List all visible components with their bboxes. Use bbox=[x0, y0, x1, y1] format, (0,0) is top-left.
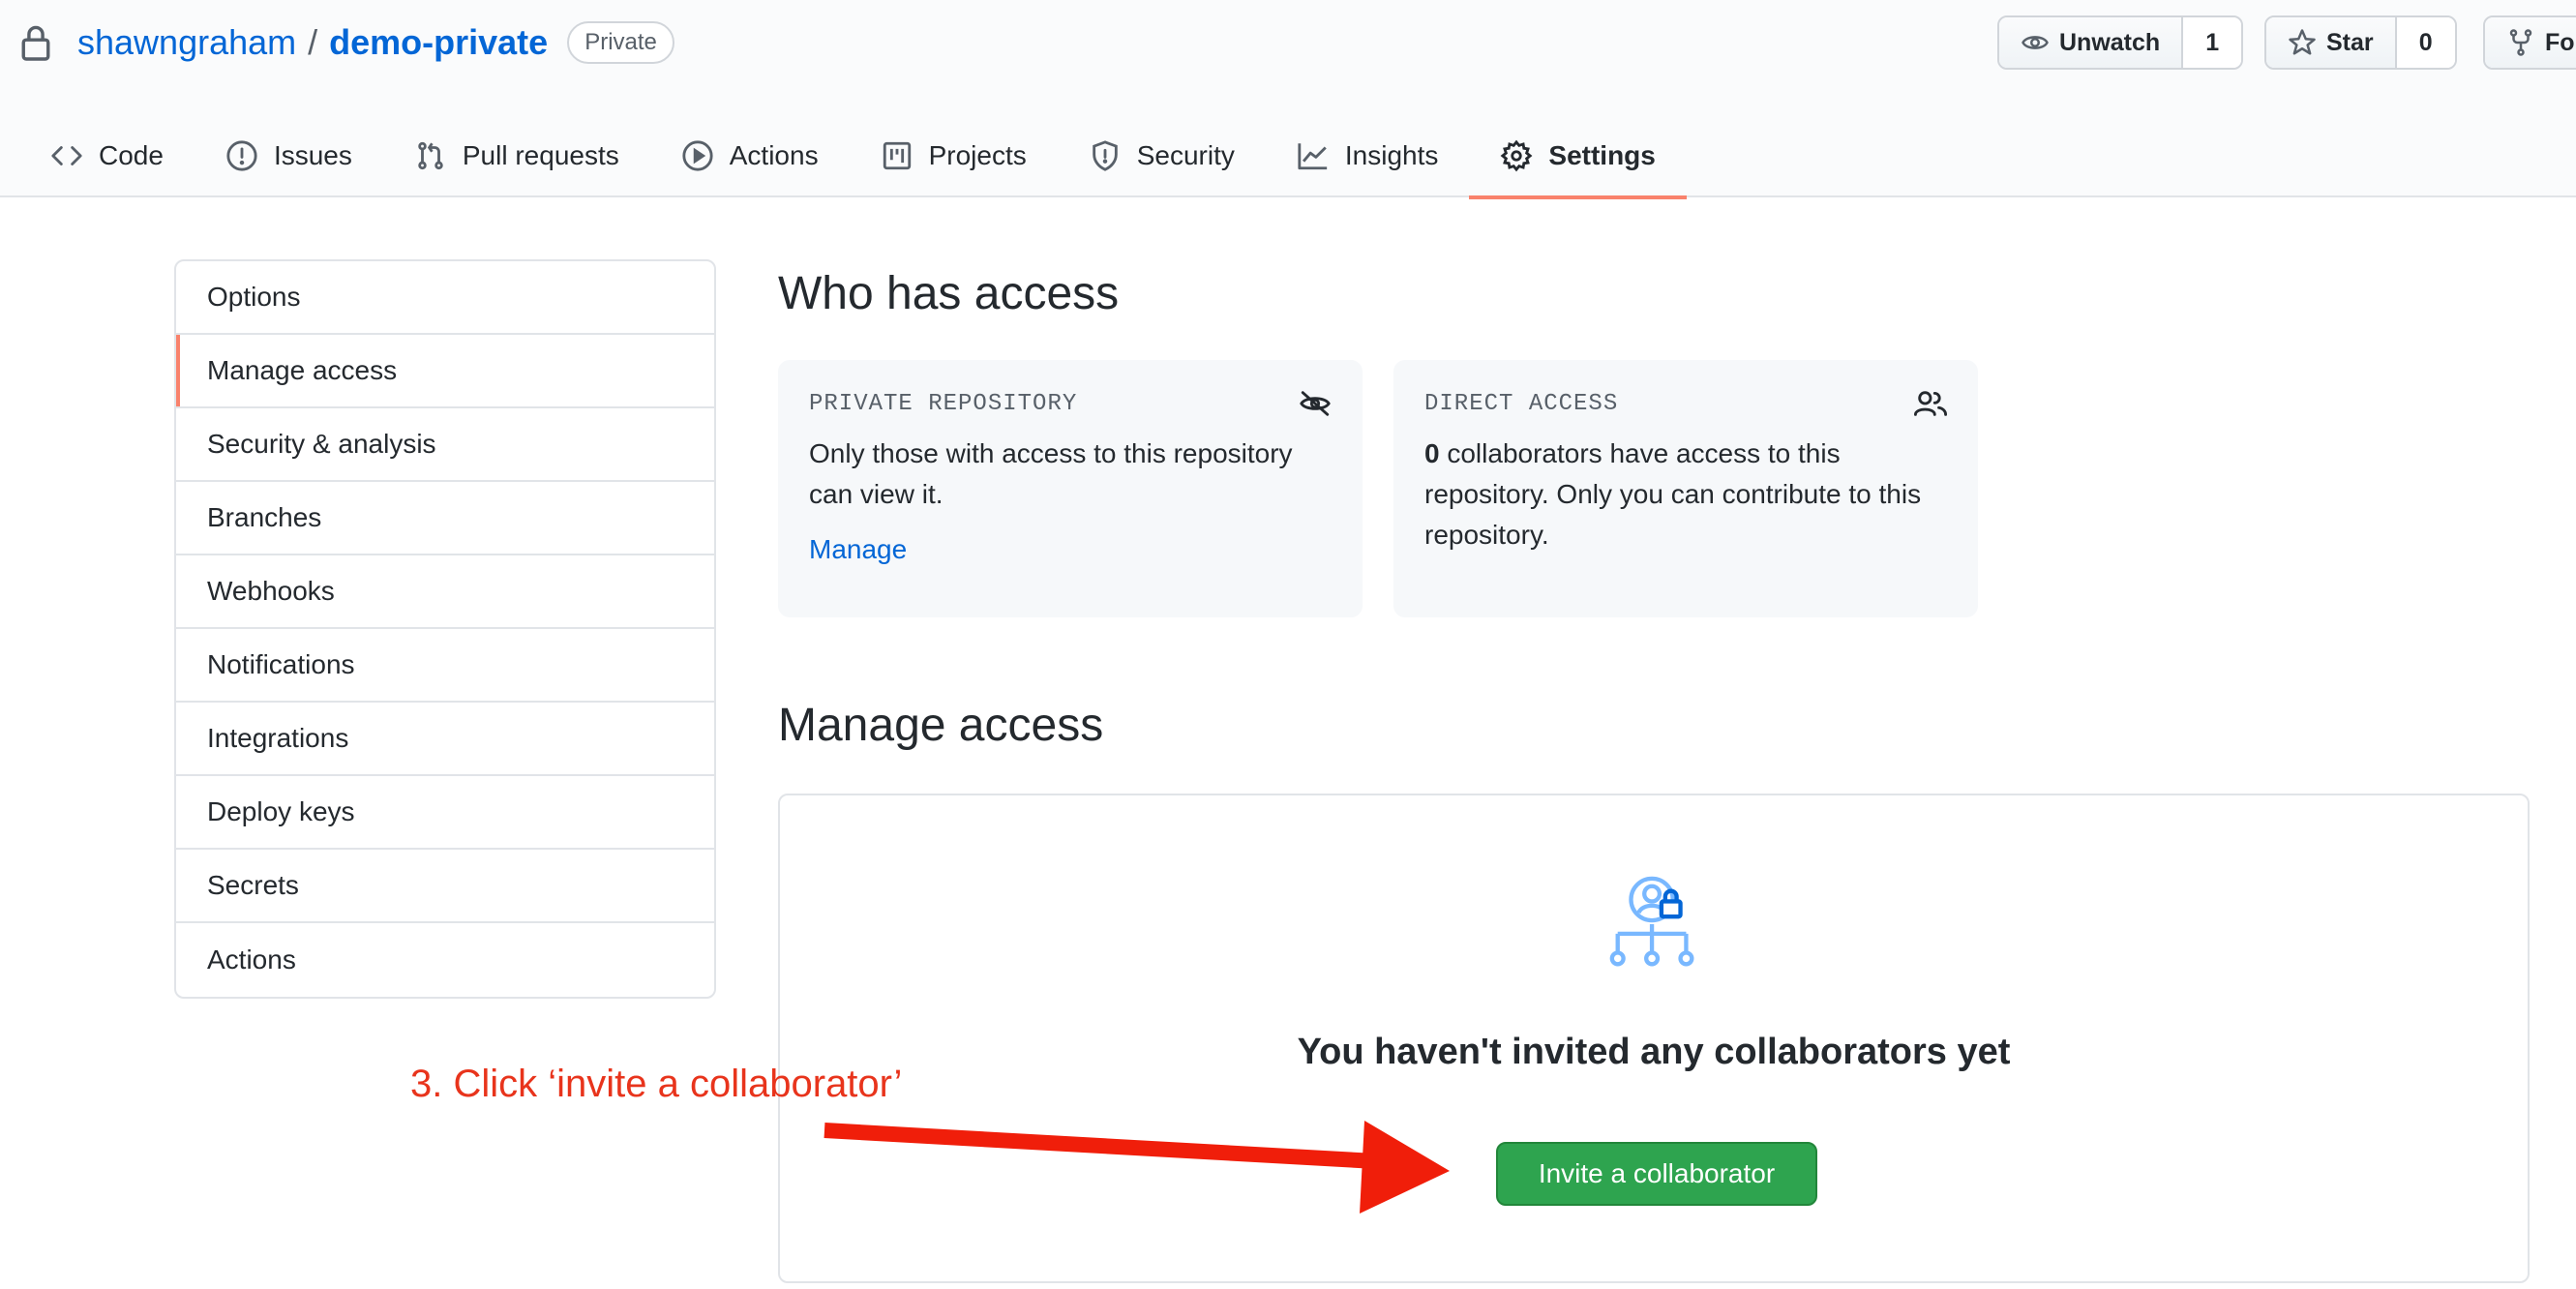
tab-label: Issues bbox=[273, 140, 352, 170]
menu-item-branches[interactable]: Branches bbox=[176, 482, 714, 555]
star-label: Star bbox=[2326, 28, 2374, 56]
card-title: DIRECT ACCESS bbox=[1424, 390, 1619, 417]
tab-projects[interactable]: Projects bbox=[850, 114, 1058, 197]
menu-item-security-analysis[interactable]: Security & analysis bbox=[176, 408, 714, 482]
eye-closed-icon bbox=[1300, 391, 1331, 416]
manage-visibility-link[interactable]: Manage bbox=[809, 534, 907, 565]
watchers-count[interactable]: 1 bbox=[2181, 17, 2242, 68]
graph-icon bbox=[1298, 143, 1328, 170]
tab-issues[interactable]: Issues bbox=[195, 114, 383, 197]
person-lock-org-icon bbox=[1609, 876, 1694, 967]
lock-icon bbox=[21, 25, 50, 61]
blankslate-title: You haven't invited any collaborators ye… bbox=[1297, 1032, 2011, 1072]
private-repository-card: PRIVATE REPOSITORY Only those with acces… bbox=[778, 360, 1363, 617]
shield-icon bbox=[1092, 140, 1118, 171]
repo-nav-tabs: Code Issues Pull requests Actions Projec… bbox=[19, 114, 1688, 199]
stargazers-count[interactable]: 0 bbox=[2394, 17, 2455, 68]
star-button[interactable]: Star bbox=[2266, 17, 2395, 68]
star-icon bbox=[2289, 29, 2316, 55]
issue-icon bbox=[226, 140, 257, 171]
repo-path-separator: / bbox=[308, 22, 318, 62]
gear-icon bbox=[1500, 139, 1533, 172]
menu-item-options[interactable]: Options bbox=[176, 261, 714, 335]
menu-item-secrets[interactable]: Secrets bbox=[176, 850, 714, 923]
tutorial-arrow bbox=[824, 1121, 1450, 1214]
play-icon bbox=[682, 140, 713, 171]
eye-icon bbox=[2022, 36, 2049, 49]
menu-item-deploy-keys[interactable]: Deploy keys bbox=[176, 776, 714, 850]
watch-button-group: Unwatch 1 bbox=[1997, 15, 2244, 70]
repo-header: shawngraham / demo-private Private Unwat… bbox=[0, 0, 2576, 199]
tab-actions[interactable]: Actions bbox=[650, 114, 850, 197]
menu-item-actions[interactable]: Actions bbox=[176, 923, 714, 997]
fork-icon bbox=[2509, 29, 2532, 56]
unwatch-label: Unwatch bbox=[2059, 28, 2161, 56]
menu-item-webhooks[interactable]: Webhooks bbox=[176, 555, 714, 629]
visibility-badge: Private bbox=[567, 21, 674, 64]
tab-label: Code bbox=[99, 140, 164, 170]
repo-name-link[interactable]: demo-private bbox=[329, 22, 548, 63]
tab-pull-requests[interactable]: Pull requests bbox=[383, 114, 650, 197]
unwatch-button[interactable]: Unwatch bbox=[1999, 17, 2182, 68]
tab-insights[interactable]: Insights bbox=[1266, 114, 1470, 197]
tab-label: Pull requests bbox=[462, 140, 619, 170]
card-description: 0 collaborators have access to this repo… bbox=[1424, 434, 1947, 555]
fork-button[interactable]: For bbox=[2485, 17, 2576, 68]
tab-security[interactable]: Security bbox=[1058, 114, 1266, 197]
menu-item-integrations[interactable]: Integrations bbox=[176, 703, 714, 776]
repo-title: shawngraham / demo-private Private bbox=[19, 17, 674, 68]
tab-label: Settings bbox=[1548, 140, 1656, 170]
tab-code[interactable]: Code bbox=[19, 114, 195, 197]
invite-collaborator-button[interactable]: Invite a collaborator bbox=[1496, 1142, 1817, 1206]
fork-button-group: For bbox=[2483, 15, 2576, 70]
menu-item-notifications[interactable]: Notifications bbox=[176, 629, 714, 703]
manage-access-heading: Manage access bbox=[778, 700, 1104, 751]
menu-item-manage-access[interactable]: Manage access bbox=[176, 335, 714, 408]
people-icon bbox=[1914, 391, 1947, 416]
project-icon bbox=[883, 141, 911, 170]
tab-label: Insights bbox=[1344, 140, 1439, 170]
fork-label: For bbox=[2545, 28, 2576, 56]
tab-settings[interactable]: Settings bbox=[1469, 114, 1688, 199]
who-has-access-heading: Who has access bbox=[778, 268, 1120, 319]
card-description: Only those with access to this repositor… bbox=[809, 438, 1293, 509]
star-button-group: Star 0 bbox=[2264, 15, 2457, 70]
tutorial-annotation-text: 3. Click ‘invite a collaborator’ bbox=[410, 1063, 903, 1105]
code-icon bbox=[51, 146, 82, 165]
collaborator-count: 0 bbox=[1424, 438, 1440, 468]
tab-label: Projects bbox=[928, 140, 1027, 170]
card-title: PRIVATE REPOSITORY bbox=[809, 390, 1078, 417]
settings-side-menu: Options Manage access Security & analysi… bbox=[174, 259, 716, 999]
direct-access-card: DIRECT ACCESS 0 collaborators have acces… bbox=[1393, 360, 1978, 617]
repo-owner-link[interactable]: shawngraham bbox=[77, 22, 296, 63]
pull-request-icon bbox=[418, 141, 443, 170]
tab-label: Actions bbox=[729, 140, 819, 170]
direct-access-text: collaborators have access to this reposi… bbox=[1424, 438, 1922, 550]
tab-label: Security bbox=[1136, 140, 1235, 170]
